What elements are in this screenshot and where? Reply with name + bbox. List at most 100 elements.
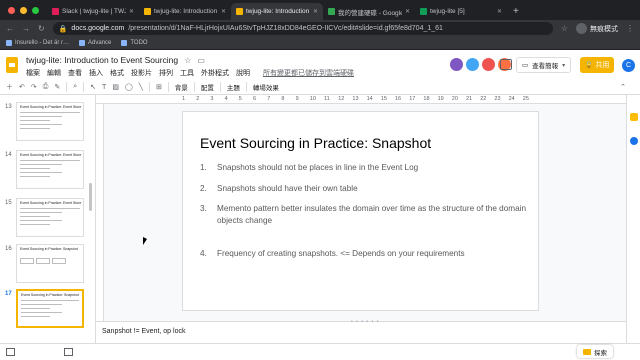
paint-format-icon[interactable]: ✎ (54, 83, 60, 91)
bookmark-item[interactable]: TODO (121, 40, 148, 46)
bullet-item[interactable]: 3. Memento pattern better insulates the d… (200, 203, 530, 226)
bullet-text[interactable]: Memento pattern better insulates the dom… (217, 203, 530, 226)
menu-item[interactable]: 格式 (110, 68, 124, 78)
bullet-item[interactable]: 1. Snapshots should not be places in line… (200, 162, 530, 174)
doc-title[interactable]: twjug-lite: Introduction to Event Sourci… (26, 55, 178, 65)
filmstrip-view-icon[interactable] (6, 348, 15, 356)
back-icon[interactable]: ← (6, 24, 14, 33)
menu-item[interactable]: 排列 (159, 68, 173, 78)
present-button[interactable]: ▭ 查看簡報 ▾ (516, 57, 572, 73)
bullet-item[interactable]: 2. Snapshots should have their own table (200, 183, 530, 195)
browser-tab[interactable]: 我的營建硬碟 - Google 雲端硬碟✕ (323, 3, 415, 20)
bullet-list[interactable]: 1. Snapshots should not be places in line… (200, 162, 530, 260)
chevron-down-icon[interactable]: ▾ (562, 62, 565, 69)
slide-thumbnail[interactable]: Event Sourcing in Practice: Event Store (16, 198, 84, 237)
keep-icon[interactable] (630, 113, 638, 121)
account-avatar[interactable]: C (622, 59, 635, 72)
menu-item[interactable]: 外掛程式 (201, 68, 229, 78)
close-tab-icon[interactable]: ✕ (221, 8, 226, 15)
explore-button[interactable]: 探索 (577, 345, 613, 358)
redo-icon[interactable]: ↷ (31, 83, 37, 91)
maximize-window-button[interactable] (32, 7, 39, 14)
close-tab-icon[interactable]: ✕ (497, 8, 502, 15)
forward-icon[interactable]: → (22, 24, 30, 33)
grid-view-icon[interactable] (64, 348, 73, 356)
comment-add-icon[interactable]: ⊞ (156, 83, 162, 91)
browser-tab-label: twjug-lite: Introduction to Even (154, 8, 218, 15)
background-button[interactable]: 背景 (175, 82, 188, 92)
comments-icon[interactable] (500, 59, 512, 70)
browser-tab[interactable]: Slack | twjug-lite | TWJUG✕ (47, 3, 139, 20)
slide[interactable]: Event Sourcing in Practice: Snapshot 1. S… (182, 111, 539, 311)
bullet-text[interactable]: Frequency of creating snapshots. <= Depe… (217, 248, 530, 260)
menu-item[interactable]: 工具 (180, 68, 194, 78)
image-icon[interactable]: ▨ (112, 83, 119, 91)
bookmark-item[interactable]: Advance (79, 40, 111, 46)
theme-button[interactable]: 主題 (227, 82, 240, 92)
incognito-indicator[interactable]: 無痕模式 (576, 23, 618, 34)
print-icon[interactable]: ⎙ (43, 83, 49, 91)
star-icon[interactable]: ☆ (184, 56, 191, 65)
slide-thumbnail-row[interactable]: 14 Event Sourcing in Practice: Event Stor… (0, 148, 95, 192)
transition-button[interactable]: 轉場效果 (253, 82, 279, 92)
shape-icon[interactable]: ◯ (125, 83, 133, 91)
close-window-button[interactable] (8, 7, 15, 14)
save-status-link[interactable]: 所有變更都已儲存到雲端硬碟 (263, 68, 354, 78)
menu-item[interactable]: 查看 (68, 68, 82, 78)
tasks-icon[interactable] (630, 137, 638, 145)
add-icon[interactable]: ＋ (6, 82, 13, 92)
bullet-text[interactable]: Snapshots should not be places in line i… (217, 162, 530, 174)
thumbnail-text-line (21, 316, 50, 317)
bullet-item[interactable]: 4. Frequency of creating snapshots. <= De… (200, 248, 530, 260)
slide-thumbnail[interactable]: Event Sourcing in Practice: Event Store (16, 102, 84, 141)
browser-tab[interactable]: twjug-lite: Introduction to Even✕ (139, 3, 231, 20)
new-tab-icon[interactable]: + (507, 6, 519, 20)
address-bar[interactable]: 🔒 docs.google.com/presentation/d/1NaF-HL… (52, 22, 553, 35)
slides-logo-icon[interactable] (6, 57, 18, 73)
close-tab-icon[interactable]: ✕ (129, 8, 134, 15)
slide-thumbnail[interactable]: Event Sourcing in Practice: Event Store (16, 150, 84, 189)
line-icon[interactable]: ╲ (139, 83, 143, 91)
reload-icon[interactable]: ↻ (38, 24, 45, 33)
undo-icon[interactable]: ↶ (19, 83, 25, 91)
text-box-icon[interactable]: T (102, 84, 106, 91)
menu-item[interactable]: 檔案 (26, 68, 40, 78)
collaborator-avatar[interactable] (450, 58, 463, 71)
speaker-notes-text[interactable]: Sanpshot != Event, op lock (102, 328, 185, 335)
browser-menu-icon[interactable]: ⋮ (626, 24, 634, 33)
toolbar-divider (245, 82, 247, 92)
slide-thumbnail-row[interactable]: 17 Event Sourcing in Practice: Snapshot (0, 287, 95, 331)
bullet-text[interactable]: Snapshots should have their own table (217, 183, 530, 195)
resize-grip-icon[interactable]: • • • • • • (351, 319, 379, 325)
menu-item[interactable]: 編輯 (47, 68, 61, 78)
menu-item[interactable]: 說明 (236, 68, 250, 78)
slide-thumbnail-row[interactable]: 15 Event Sourcing in Practice: Event Stor… (0, 196, 95, 240)
thumbnail-text-line (21, 312, 62, 313)
menu-item[interactable]: 插入 (89, 68, 103, 78)
menu-item[interactable]: 投影片 (131, 68, 152, 78)
minimize-window-button[interactable] (20, 7, 27, 14)
slide-thumbnail-row[interactable]: 13 Event Sourcing in Practice: Event Stor… (0, 100, 95, 144)
ruler-tick-label: 21 (466, 96, 473, 102)
star-bookmark-icon[interactable]: ☆ (561, 24, 568, 33)
browser-tab[interactable]: twjug-lite: Introduction to Even✕ (231, 3, 323, 20)
slide-thumbnail-row[interactable]: 16 Event Sourcing in Practice: Snapshot (0, 242, 95, 286)
select-tool-icon[interactable]: ↖ (90, 83, 96, 91)
bookmark-item[interactable]: Insurello - Det är r… (6, 40, 69, 46)
slide-thumbnail[interactable]: Event Sourcing in Practice: Snapshot (16, 244, 84, 283)
close-tab-icon[interactable]: ✕ (313, 8, 318, 15)
close-tab-icon[interactable]: ✕ (405, 8, 410, 15)
slide-title[interactable]: Event Sourcing in Practice: Snapshot (200, 135, 431, 151)
zoom-icon[interactable]: ⌕ (73, 83, 77, 91)
folder-icon[interactable]: ▭ (197, 56, 205, 65)
slide-thumbnail[interactable]: Event Sourcing in Practice: Snapshot (16, 289, 84, 328)
browser-tab[interactable]: twjug-lite [5] ✕ (415, 3, 507, 20)
share-button[interactable]: 🔒 共用 (580, 57, 614, 73)
thumbnail-text-line (20, 224, 50, 225)
chevron-up-icon[interactable]: ⌃ (620, 83, 626, 91)
layout-button[interactable]: 配置 (201, 82, 214, 92)
speaker-notes[interactable]: • • • • • • Sanpshot != Event, op lock (96, 319, 626, 343)
collaborator-avatar[interactable] (482, 58, 495, 71)
collaborator-avatar[interactable] (466, 58, 479, 71)
thumbnail-text-line (21, 300, 79, 301)
